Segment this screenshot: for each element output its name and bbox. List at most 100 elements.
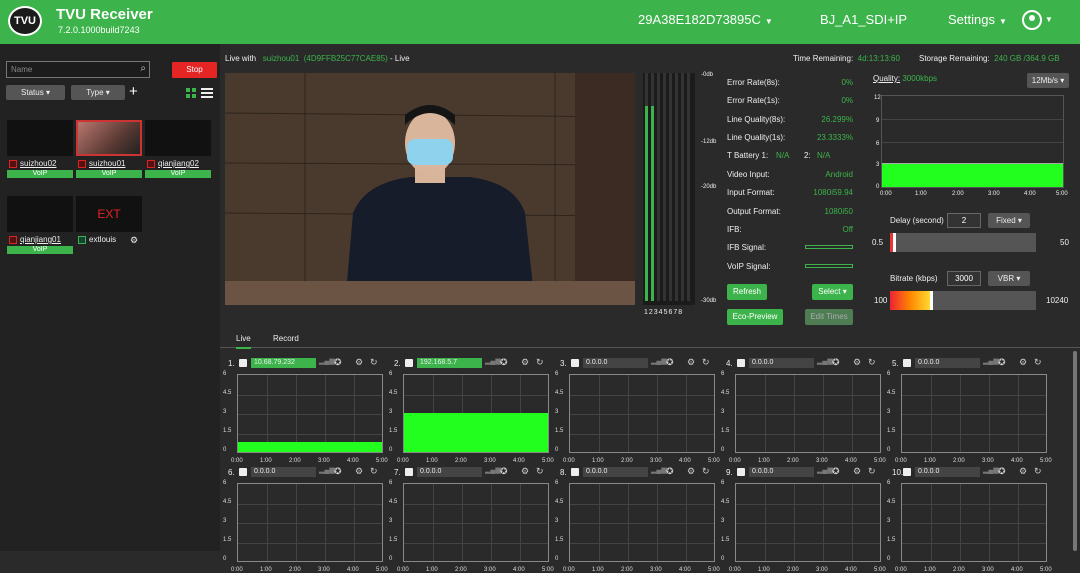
panel-y-tick: 3 <box>887 409 891 415</box>
device-selector[interactable]: 29A38E182D73895C ▼ <box>638 12 773 27</box>
delay-mode-value: Fixed <box>996 216 1016 225</box>
bitrate-label: Bitrate (kbps) <box>890 274 938 283</box>
search-input[interactable]: Name ⌕ <box>6 61 150 78</box>
refresh-icon[interactable]: ↻ <box>702 466 710 477</box>
source-name-text: suizhou02 <box>20 159 57 168</box>
video-preview[interactable] <box>225 73 635 305</box>
panel-x-tick: 1:00 <box>426 567 438 573</box>
channel-name[interactable]: BJ_A1_SDI+IP <box>820 12 907 27</box>
rate-select[interactable]: 12Mb/s ▾ <box>1027 73 1069 88</box>
panel-number: 10. <box>892 468 904 477</box>
type-filter[interactable]: Type ▾ <box>71 85 125 100</box>
tab-record[interactable]: Record <box>273 334 299 343</box>
quality-x-tick: 3:00 <box>988 191 1000 197</box>
source-card[interactable]: EXT extlouis ⚙ <box>76 196 142 245</box>
refresh-icon[interactable]: ↻ <box>536 466 544 477</box>
refresh-icon[interactable]: ↻ <box>868 466 876 477</box>
refresh-icon[interactable]: ↻ <box>702 357 710 368</box>
panel-y-tick: 4.5 <box>223 499 232 505</box>
panel-x-tick: 3:00 <box>816 567 828 573</box>
gear-icon[interactable]: ⚙ <box>355 466 363 477</box>
gear-icon[interactable]: ⚙ <box>1019 357 1027 368</box>
panel-checkbox[interactable] <box>903 359 911 367</box>
source-card[interactable]: qianjiang01 VoIP <box>7 196 73 254</box>
gridline <box>960 484 961 561</box>
bitrate-input[interactable]: 3000 <box>947 271 981 286</box>
ribbon-icon: ✪ <box>666 357 674 367</box>
panels-scrollbar[interactable] <box>1073 351 1077 551</box>
stat-value: 26.299% <box>821 115 853 124</box>
quality-x-tick: 1:00 <box>915 191 927 197</box>
gear-icon[interactable]: ⚙ <box>687 466 695 477</box>
chevron-down-icon[interactable]: ▼ <box>1045 15 1053 24</box>
refresh-icon[interactable]: ↻ <box>370 466 378 477</box>
source-sidebar: Name ⌕ Stop Status ▾ Type ▾ + suizhou02 V… <box>0 44 220 551</box>
gridline <box>325 484 326 561</box>
gridline <box>404 542 548 544</box>
gear-icon[interactable]: ⚙ <box>853 357 861 368</box>
source-card[interactable]: suizhou02 VoIP <box>7 120 73 178</box>
refresh-button[interactable]: Refresh <box>727 284 767 300</box>
refresh-icon[interactable]: ↻ <box>868 357 876 368</box>
select-button[interactable]: Select ▾ <box>812 284 853 300</box>
bitrate-slider-handle[interactable] <box>930 291 933 310</box>
panel-x-tick: 3:00 <box>484 458 496 464</box>
gear-icon[interactable]: ⚙ <box>1019 466 1027 477</box>
delay-slider[interactable] <box>890 233 1036 252</box>
delay-input[interactable]: 2 <box>947 213 981 228</box>
status-filter-label: Status <box>21 88 44 97</box>
gear-icon[interactable]: ⚙ <box>130 235 138 246</box>
delay-mode-select[interactable]: Fixed ▾ <box>988 213 1030 228</box>
bitrate-mode-select[interactable]: VBR ▾ <box>988 271 1030 286</box>
panel-y-tick: 1.5 <box>721 428 730 434</box>
panel-checkbox[interactable] <box>903 468 911 476</box>
source-card[interactable]: qianjiang02 VoIP <box>145 120 211 178</box>
refresh-icon[interactable]: ↻ <box>370 357 378 368</box>
panel-checkbox[interactable] <box>239 468 247 476</box>
source-name: suizhou01 <box>76 159 142 169</box>
panel-checkbox[interactable] <box>737 468 745 476</box>
refresh-icon[interactable]: ↻ <box>536 357 544 368</box>
panel-checkbox[interactable] <box>571 468 579 476</box>
panel-x-tick: 3:00 <box>650 458 662 464</box>
search-icon[interactable]: ⌕ <box>140 63 146 74</box>
panel-checkbox[interactable] <box>239 359 247 367</box>
gear-icon[interactable]: ⚙ <box>355 357 363 368</box>
live-source-id: (4D9FFB25C77CAE85) <box>303 54 388 63</box>
bitrate-slider[interactable] <box>890 291 1036 310</box>
grid-view-icon[interactable] <box>186 88 196 98</box>
panel-checkbox[interactable] <box>737 359 745 367</box>
user-avatar-icon[interactable] <box>1022 10 1042 30</box>
add-source-icon[interactable]: + <box>129 83 138 100</box>
tab-live[interactable]: Live <box>236 334 251 349</box>
gear-icon[interactable]: ⚙ <box>521 466 529 477</box>
bitrate-min: 100 <box>874 296 888 305</box>
edit-times-button[interactable]: Edit Times <box>805 309 853 325</box>
gridline <box>960 375 961 452</box>
gridline <box>404 503 548 505</box>
source-thumbnail <box>76 120 142 156</box>
panel-x-tick: 4:00 <box>845 458 857 464</box>
gear-icon[interactable]: ⚙ <box>853 466 861 477</box>
stop-button[interactable]: Stop <box>172 62 217 78</box>
panel-x-tick: 1:00 <box>260 567 272 573</box>
stat-value: 0% <box>841 78 853 87</box>
list-view-icon[interactable] <box>201 88 213 98</box>
gear-icon[interactable]: ⚙ <box>687 357 695 368</box>
search-placeholder: Name <box>11 65 33 74</box>
gear-icon[interactable]: ⚙ <box>521 357 529 368</box>
refresh-icon[interactable]: ↻ <box>1034 357 1042 368</box>
status-filter[interactable]: Status ▾ <box>6 85 65 100</box>
panel-checkbox[interactable] <box>405 468 413 476</box>
source-card[interactable]: suizhou01 VoIP <box>76 120 142 178</box>
gridline <box>325 375 326 452</box>
eco-preview-button[interactable]: Eco-Preview <box>727 309 783 325</box>
panel-checkbox[interactable] <box>405 359 413 367</box>
panel-checkbox[interactable] <box>571 359 579 367</box>
panel-header: 5. 0.0.0.0 ▂▄▆ ✪ ⚙ ↻ <box>887 357 1047 369</box>
delay-slider-handle[interactable] <box>893 233 896 252</box>
source-thumbnail: EXT <box>76 196 142 232</box>
settings-menu[interactable]: Settings ▼ <box>948 12 1007 27</box>
refresh-icon[interactable]: ↻ <box>1034 466 1042 477</box>
quality-y-tick: 9 <box>876 118 880 124</box>
